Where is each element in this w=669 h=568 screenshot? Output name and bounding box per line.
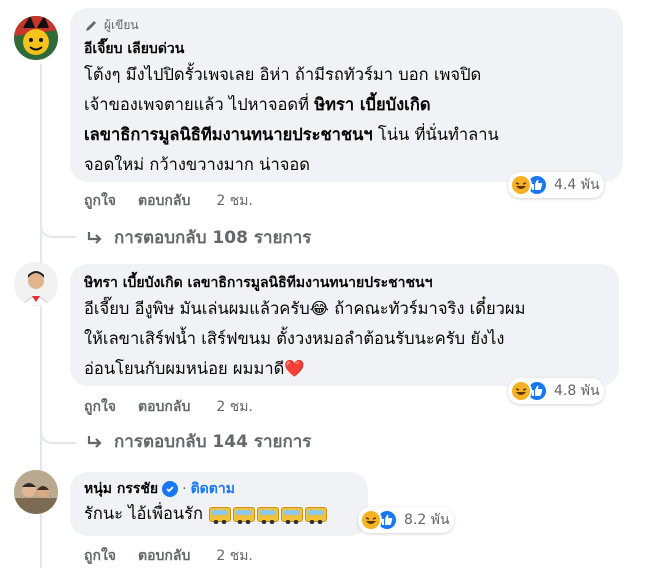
comment-actions-1: ถูกใจ ตอบกลับ 2 ชม. — [84, 190, 253, 212]
reaction-count-3: 8.2 พัน — [404, 512, 450, 528]
reply-arrow-icon — [87, 435, 102, 448]
thread-branch-2 — [40, 418, 76, 444]
avatar-author-image — [14, 16, 58, 60]
comment-2-line-1: อีเจี๊ยบ อีงูพิษ มันเล่นผมแล้วครับ😂 ถ้าค… — [84, 299, 526, 318]
reaction-count-1: 4.4 พัน — [554, 177, 600, 193]
author-badge-label: ผู้เขียน — [104, 18, 139, 32]
comment-text-3: รักนะ ไอ้เพื่อนรัก — [84, 500, 354, 528]
comment-3-text: รักนะ ไอ้เพื่อนรัก — [84, 504, 204, 523]
comment-author-3[interactable]: หนุ่ม กรรชัย — [84, 478, 158, 500]
comment-time[interactable]: 2 ชม. — [216, 545, 253, 567]
reply-button[interactable]: ตอบกลับ — [138, 396, 190, 418]
view-replies-1[interactable]: การตอบกลับ 108 รายการ — [86, 224, 311, 251]
view-replies-2[interactable]: การตอบกลับ 144 รายการ — [86, 428, 311, 455]
like-button[interactable]: ถูกใจ — [84, 545, 116, 567]
comment-time[interactable]: 2 ชม. — [216, 396, 253, 418]
author-badge: ผู้เขียน — [84, 16, 609, 35]
bus-emoji-icon — [281, 506, 304, 524]
comment-actions-2: ถูกใจ ตอบกลับ 2 ชม. — [84, 396, 253, 418]
reply-button[interactable]: ตอบกลับ — [138, 545, 190, 567]
comment-1-line-2: เจ้าของเพจตายแล้ว ไปหาจอดที่ ษิทรา เบี้ย… — [84, 90, 609, 120]
comment-3-header: หนุ่ม กรรชัย · ติดตาม — [84, 478, 354, 500]
comment-bubble-1: ผู้เขียน อีเจี๊ยบ เลียบด่วน โต้งๆ มึงไปป… — [70, 8, 623, 182]
haha-reaction-icon — [510, 174, 532, 196]
comment-author-1[interactable]: อีเจี๊ยบ เลียบด่วน — [84, 38, 609, 60]
verified-icon — [162, 481, 179, 497]
thread-branch-1 — [40, 212, 76, 238]
comment-actions-3: ถูกใจ ตอบกลับ 2 ชม. — [84, 545, 253, 567]
avatar-num-kanchai[interactable] — [14, 470, 58, 514]
reaction-summary-3[interactable]: 8.2 พัน — [358, 507, 454, 533]
comment-1-line-1: โต้งๆ มึงไปปิดรั้วเพจเลย อิห่า ถ้ามีรถทั… — [84, 65, 482, 84]
comment-1-line-3: เลขาธิการมูลนิธิทีมงานทนายประชาชนฯ โน่น … — [84, 120, 609, 150]
avatar-sitra-image — [14, 262, 58, 306]
haha-reaction-icon — [510, 380, 532, 402]
reaction-summary-1[interactable]: 4.4 พัน — [508, 172, 604, 198]
comment-1-line-3-text: โน่น ที่นั่นทำลาน — [372, 125, 499, 144]
haha-reaction-icon — [360, 509, 382, 531]
bus-emoji-icon — [233, 506, 256, 524]
bus-emoji-row — [209, 506, 328, 524]
mention-title[interactable]: เลขาธิการมูลนิธิทีมงานทนายประชาชนฯ — [84, 125, 373, 144]
mention-name[interactable]: ษิทรา เบี้ยบังเกิด — [314, 95, 430, 114]
comment-bubble-2: ษิทรา เบี้ยบังเกิด เลขาธิการมูลนิธิทีมงา… — [70, 264, 619, 386]
reply-button[interactable]: ตอบกลับ — [138, 190, 190, 212]
comment-2-line-2: ให้เลขาเสิร์ฟน้ำ เสิร์ฟขนม ตั้งวงหมอลำต้… — [84, 329, 505, 348]
view-replies-label: การตอบกลับ 144 รายการ — [114, 432, 312, 452]
comment-text-1: โต้งๆ มึงไปปิดรั้วเพจเลย อิห่า ถ้ามีรถทั… — [84, 60, 609, 180]
avatar-sitra[interactable] — [14, 262, 58, 306]
comment-author-2[interactable]: ษิทรา เบี้ยบังเกิด เลขาธิการมูลนิธิทีมงา… — [84, 272, 605, 294]
comment-time[interactable]: 2 ชม. — [216, 190, 253, 212]
bus-emoji-icon — [257, 506, 280, 524]
comment-1-line-2-text: เจ้าของเพจตายแล้ว ไปหาจอดที่ — [84, 95, 315, 114]
comment-bubble-3: หนุ่ม กรรชัย · ติดตาม รักนะ ไอ้เพื่อนรัก — [70, 472, 368, 536]
reaction-summary-2[interactable]: 4.8 พัน — [508, 378, 604, 404]
avatar-num-kanchai-image — [14, 470, 58, 514]
follow-button[interactable]: ติดตาม — [191, 478, 235, 500]
reply-arrow-icon — [87, 231, 102, 244]
view-replies-label: การตอบกลับ 108 รายการ — [114, 228, 312, 248]
bus-emoji-icon — [209, 506, 232, 524]
comment-text-2: อีเจี๊ยบ อีงูพิษ มันเล่นผมแล้วครับ😂 ถ้าค… — [84, 294, 605, 384]
like-button[interactable]: ถูกใจ — [84, 190, 116, 212]
reaction-count-2: 4.8 พัน — [554, 383, 600, 399]
avatar-author[interactable] — [14, 16, 58, 60]
bus-emoji-icon — [305, 506, 328, 524]
separator-dot: · — [182, 481, 187, 497]
like-button[interactable]: ถูกใจ — [84, 396, 116, 418]
pencil-icon — [86, 20, 96, 31]
